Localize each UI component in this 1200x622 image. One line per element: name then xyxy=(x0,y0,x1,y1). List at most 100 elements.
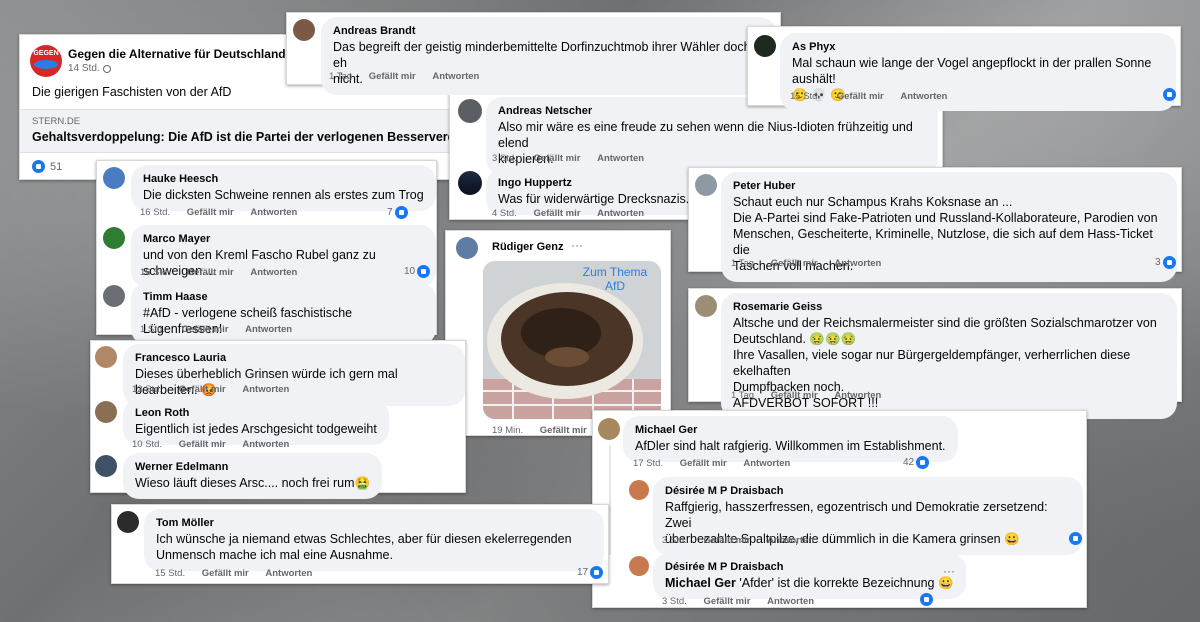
like-count[interactable]: 17 xyxy=(577,567,588,578)
reply-button[interactable]: Antworten xyxy=(743,458,790,469)
avatar[interactable] xyxy=(456,237,478,259)
comment-text: Was für widerwärtige Drecksnazis. xyxy=(498,192,690,206)
comment-time[interactable]: 3 Std. xyxy=(662,535,687,546)
reaction-count[interactable]: 51 xyxy=(50,161,62,173)
comment-time[interactable]: 4 Std. xyxy=(492,208,517,219)
comment-author[interactable]: Francesco Lauria xyxy=(135,351,453,366)
like-count[interactable]: 42 xyxy=(903,457,914,468)
avatar[interactable] xyxy=(629,556,649,576)
more-options-icon[interactable]: ··· xyxy=(943,564,955,578)
comment-author[interactable]: Marco Mayer xyxy=(143,232,424,247)
comment-image[interactable]: Zum Thema AfD xyxy=(483,261,661,419)
reply-button[interactable]: Antworten xyxy=(767,596,814,607)
reply-button[interactable]: Antworten xyxy=(597,208,644,219)
comment-time[interactable]: 3 Std. xyxy=(662,596,687,607)
comment-time[interactable]: 16 Std. xyxy=(140,267,170,278)
comment-author[interactable]: Hauke Heesch xyxy=(143,172,424,187)
avatar[interactable] xyxy=(95,346,117,368)
like-button[interactable]: Gefällt mir xyxy=(680,458,727,469)
comment-card-heesch-group: Hauke Heesch Die dicksten Schweine renne… xyxy=(96,160,437,345)
comment-time[interactable]: 1 Tag xyxy=(731,390,754,401)
reply-button[interactable]: Antworten xyxy=(245,324,292,335)
avatar[interactable] xyxy=(117,511,139,533)
comment-author[interactable]: As Phyx xyxy=(792,40,1164,55)
like-button[interactable]: Gefällt mir xyxy=(187,267,234,278)
reply-button[interactable]: Antworten xyxy=(834,390,881,401)
avatar[interactable] xyxy=(629,480,649,500)
avatar[interactable] xyxy=(103,227,125,249)
comment-card-ger-thread: Michael Ger AfDler sind halt rafgierig. … xyxy=(592,410,1087,608)
reply-button[interactable]: Antworten xyxy=(597,153,644,164)
comment-author[interactable]: Tom Möller xyxy=(156,516,592,531)
like-button[interactable]: Gefällt mir xyxy=(187,207,234,218)
comment-author[interactable]: Leon Roth xyxy=(135,406,377,421)
comment-bubble: Hauke Heesch Die dicksten Schweine renne… xyxy=(131,165,436,211)
comment-author[interactable]: Michael Ger xyxy=(635,423,946,438)
page-logo[interactable]: GEGEN xyxy=(30,45,62,77)
post-time[interactable]: 14 Std. xyxy=(68,63,100,74)
mention-link[interactable]: Michael Ger xyxy=(665,576,736,590)
comment-author[interactable]: Werner Edelmann xyxy=(135,460,370,475)
comment-author[interactable]: Timm Haase xyxy=(143,290,424,305)
reply-button[interactable]: Antworten xyxy=(834,258,881,269)
like-button[interactable]: Gefällt mir xyxy=(837,91,884,102)
like-button[interactable]: Gefällt mir xyxy=(533,208,580,219)
like-button[interactable]: Gefällt mir xyxy=(771,390,818,401)
comment-time[interactable]: 1 Tag xyxy=(731,258,754,269)
like-button[interactable]: Gefällt mir xyxy=(703,596,750,607)
reply-button[interactable]: Antworten xyxy=(242,384,289,395)
reply-button[interactable]: Antworten xyxy=(900,91,947,102)
comment-author[interactable]: Rüdiger Genz xyxy=(492,241,564,253)
comment-time[interactable]: 1 Std. xyxy=(140,324,165,335)
like-button[interactable]: Gefällt mir xyxy=(540,425,587,436)
reply-button[interactable]: Antworten xyxy=(767,535,814,546)
comment-time[interactable]: 17 Std. xyxy=(633,458,663,469)
more-options-icon[interactable]: ··· xyxy=(571,238,583,252)
like-button[interactable]: Gefällt mir xyxy=(369,71,416,82)
like-button[interactable]: Gefällt mir xyxy=(179,439,226,450)
avatar[interactable] xyxy=(103,285,125,307)
reply-button[interactable]: Antworten xyxy=(250,207,297,218)
reply-button[interactable]: Antworten xyxy=(250,267,297,278)
comment-time[interactable]: 15 Std. xyxy=(155,568,185,579)
like-button[interactable]: Gefällt mir xyxy=(202,568,249,579)
avatar[interactable] xyxy=(695,174,717,196)
like-button[interactable]: Gefällt mir xyxy=(771,258,818,269)
like-button[interactable]: Gefällt mir xyxy=(703,535,750,546)
avatar[interactable] xyxy=(95,401,117,423)
comment-author[interactable]: Andreas Brandt xyxy=(333,24,764,39)
avatar[interactable] xyxy=(598,418,620,440)
avatar[interactable] xyxy=(458,99,482,123)
like-button[interactable]: Gefällt mir xyxy=(179,384,226,395)
like-reaction-icon xyxy=(916,456,930,469)
comment-time[interactable]: 15 Std. xyxy=(790,91,820,102)
comment-time[interactable]: 16 Std. xyxy=(140,207,170,218)
like-count[interactable]: 3 xyxy=(1155,257,1161,268)
comment-author[interactable]: Désirée M P Draisbach xyxy=(665,484,1071,499)
avatar[interactable] xyxy=(95,455,117,477)
comment-time[interactable]: 3 Std. xyxy=(492,153,517,164)
avatar[interactable] xyxy=(695,295,717,317)
comment-text: Eigentlich ist jedes Arschgesicht todgew… xyxy=(135,422,377,436)
like-count[interactable]: 7 xyxy=(387,207,393,218)
avatar[interactable] xyxy=(103,167,125,189)
comment-time[interactable]: 19 Min. xyxy=(492,425,523,436)
comment-card-asphyx: As Phyx Mal schaun wie lange der Vogel a… xyxy=(747,26,1181,111)
like-button[interactable]: Gefällt mir xyxy=(533,153,580,164)
comment-time[interactable]: 12 Std. xyxy=(132,384,162,395)
comment-time[interactable]: 10 Std. xyxy=(132,439,162,450)
reply-button[interactable]: Antworten xyxy=(265,568,312,579)
avatar[interactable] xyxy=(754,35,776,57)
like-count[interactable]: 10 xyxy=(404,266,415,277)
reply-button[interactable]: Antworten xyxy=(242,439,289,450)
comment-time[interactable]: 1 Tag xyxy=(329,71,352,82)
page-name[interactable]: Gegen die Alternative für Deutschland xyxy=(68,47,286,61)
comment-author[interactable]: Rosemarie Geiss xyxy=(733,300,1165,315)
like-button[interactable]: Gefällt mir xyxy=(181,324,228,335)
avatar[interactable] xyxy=(458,171,482,195)
comment-author[interactable]: Peter Huber xyxy=(733,179,1165,194)
comment-author[interactable]: Désirée M P Draisbach xyxy=(665,560,954,575)
comment-author[interactable]: Ingo Huppertz xyxy=(498,176,689,191)
avatar[interactable] xyxy=(293,19,315,41)
reply-button[interactable]: Antworten xyxy=(432,71,479,82)
